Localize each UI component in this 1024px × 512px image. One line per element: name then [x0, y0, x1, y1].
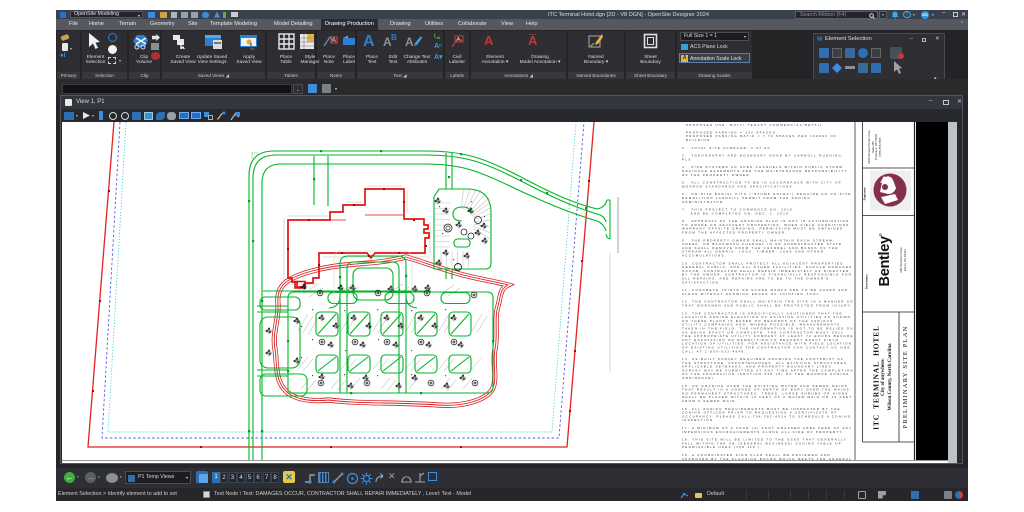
svg-text:A: A: [457, 37, 461, 43]
svg-text:A: A: [332, 38, 336, 44]
